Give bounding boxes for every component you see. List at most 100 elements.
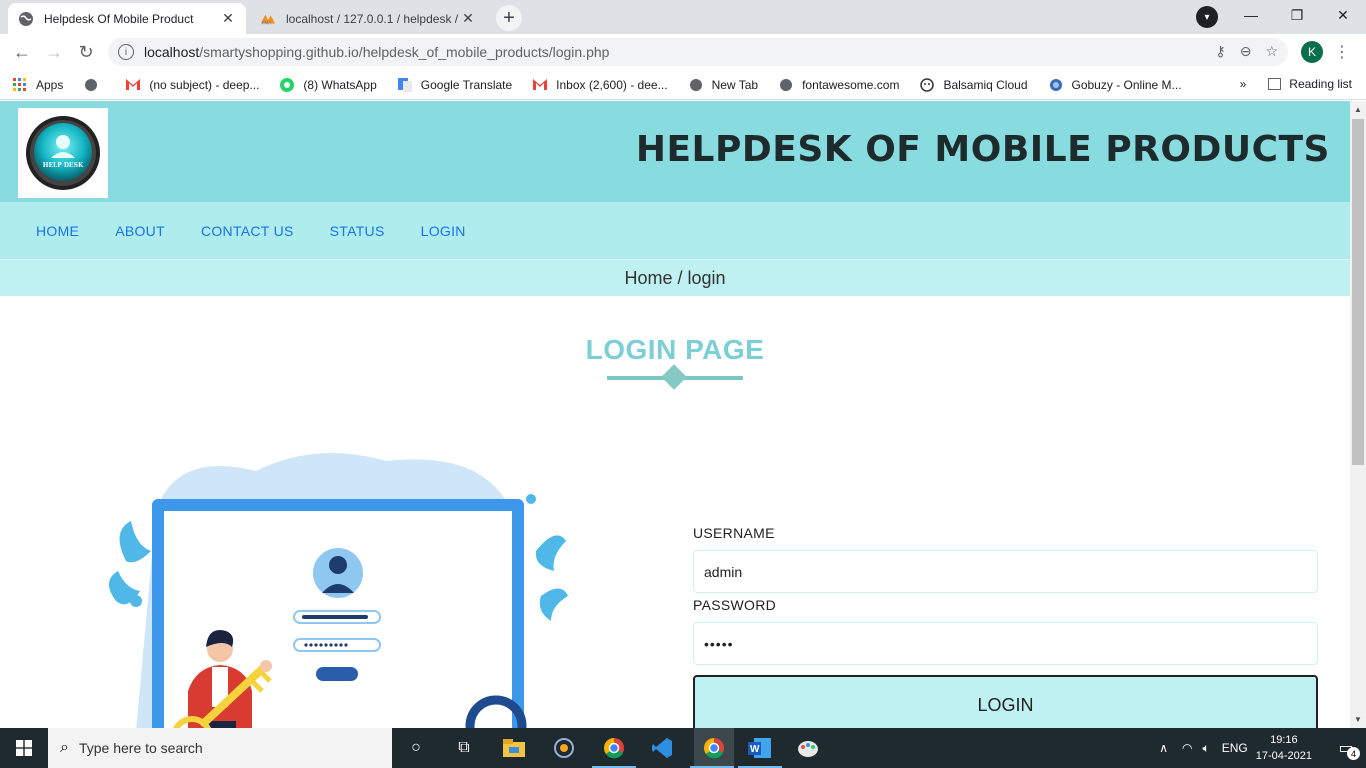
tab-helpdesk[interactable]: Helpdesk Of Mobile Product ✕ [8, 3, 246, 34]
password-label: PASSWORD [693, 597, 777, 613]
chrome-icon[interactable] [598, 732, 630, 764]
notification-center-icon[interactable]: ▭ 4 [1326, 728, 1366, 768]
logo-text: HELP DESK [43, 162, 84, 169]
bookmark-label: fontawesome.com [802, 77, 900, 92]
tab-title: localhost / 127.0.0.1 / helpdesk / [286, 11, 459, 26]
gmail-icon [532, 77, 548, 93]
nav-home[interactable]: HOME [36, 223, 79, 239]
chrome-profile-icon[interactable] [694, 728, 734, 768]
whatsapp-icon [279, 77, 295, 93]
bookmark-label: (no subject) - deep... [149, 77, 260, 92]
windows-start-button[interactable] [0, 728, 48, 768]
site-header: HELP DESK HELPDESK OF MOBILE PRODUCTS [0, 101, 1350, 202]
scroll-down-icon[interactable]: ▼ [1354, 715, 1362, 724]
taskbar-search-placeholder: Type here to search [78, 740, 203, 756]
reading-list-button[interactable]: Reading list [1268, 77, 1352, 91]
reading-list-icon [1268, 78, 1282, 90]
globe-icon [83, 77, 99, 93]
vscode-icon[interactable] [646, 732, 678, 764]
site-info-icon[interactable]: i [118, 44, 134, 60]
bookmarks-bar: Apps (no subject) - deep... (8) WhatsApp… [0, 70, 1366, 100]
windows-logo-icon [16, 740, 32, 756]
globe-icon [688, 77, 704, 93]
media-app-icon[interactable] [548, 732, 580, 764]
task-view-icon[interactable]: ⧉ [448, 732, 480, 764]
taskbar-search[interactable]: ⌕ Type here to search [48, 728, 392, 768]
phpmyadmin-icon: PMA [260, 11, 276, 27]
minimize-icon[interactable]: — [1228, 0, 1274, 30]
login-illustration [108, 453, 568, 728]
bookmark-label: Apps [36, 77, 64, 92]
more-bookmarks-icon[interactable]: » [1240, 77, 1247, 91]
tab-search-icon[interactable]: ▾ [1196, 6, 1218, 28]
heading-divider [607, 364, 743, 390]
bookmark-fontawesome[interactable]: fontawesome.com [778, 77, 899, 93]
restore-icon[interactable]: ❐ [1274, 0, 1320, 30]
bookmark-label: Google Translate [420, 77, 513, 92]
tab-phpmyadmin[interactable]: PMA localhost / 127.0.0.1 / helpdesk / ✕ [250, 3, 486, 34]
url-host: localhost [144, 44, 200, 60]
show-hidden-icons-icon[interactable]: ∧ [1159, 741, 1168, 755]
apps-grid-icon [12, 77, 28, 93]
balsamiq-icon [919, 77, 935, 93]
login-button[interactable]: LOGIN [693, 675, 1318, 728]
bookmark-apps[interactable]: Apps [12, 77, 63, 93]
gmail-icon [125, 77, 141, 93]
site-title: HELPDESK OF MOBILE PRODUCTS [635, 129, 1330, 170]
password-input[interactable]: ••••• [693, 622, 1318, 665]
bookmark-label: Inbox (2,600) - dee... [556, 77, 668, 92]
svg-text:PMA: PMA [262, 20, 272, 26]
scroll-up-icon[interactable]: ▲ [1354, 105, 1362, 114]
file-explorer-icon[interactable] [498, 732, 530, 764]
page-scrollbar[interactable]: ▲ ▼ [1350, 101, 1366, 728]
reload-icon[interactable]: ↻ [74, 40, 98, 64]
helpdesk-logo[interactable]: HELP DESK [18, 108, 108, 198]
close-tab-icon[interactable]: ✕ [220, 10, 236, 27]
bookmark-star-icon[interactable]: ☆ [1265, 43, 1278, 60]
username-input[interactable]: admin [693, 550, 1318, 593]
key-icon[interactable]: ⚷ [1215, 43, 1225, 60]
bookmark-whatsapp[interactable]: (8) WhatsApp [279, 77, 377, 93]
taskbar-clock[interactable]: 19:16 17-04-2021 [1256, 732, 1312, 764]
scrollbar-thumb[interactable] [1352, 119, 1364, 465]
gobuzy-icon [1048, 77, 1064, 93]
word-icon[interactable]: W [744, 732, 776, 764]
wifi-icon[interactable]: ◠ [1182, 741, 1192, 755]
bookmark-label: (8) WhatsApp [303, 77, 377, 92]
bookmark-gobuzy[interactable]: Gobuzy - Online M... [1048, 77, 1182, 93]
bookmark-balsamiq[interactable]: Balsamiq Cloud [919, 77, 1028, 93]
clock-date: 17-04-2021 [1255, 750, 1312, 762]
main-nav: HOME ABOUT CONTACT US STATUS LOGIN [0, 202, 1350, 259]
volume-icon[interactable]: 🔈︎ [1203, 741, 1210, 756]
bookmark-label: Balsamiq Cloud [943, 77, 1028, 92]
nav-contact-us[interactable]: CONTACT US [201, 223, 294, 239]
forward-icon[interactable]: → [42, 40, 66, 64]
menu-kebab-icon[interactable]: ⋮ [1334, 42, 1350, 62]
address-bar[interactable]: i localhost/smartyshopping.github.io/hel… [108, 38, 1288, 66]
username-label: USERNAME [693, 525, 775, 541]
nav-login[interactable]: LOGIN [421, 223, 466, 239]
new-tab-button[interactable]: + [496, 5, 522, 31]
url-path: /smartyshopping.github.io/helpdesk_of_mo… [199, 44, 610, 60]
bookmark-new-tab[interactable]: New Tab [688, 77, 758, 93]
bookmark-label: New Tab [711, 77, 759, 92]
close-tab-icon[interactable]: ✕ [460, 10, 476, 27]
profile-avatar[interactable]: K [1301, 41, 1323, 63]
language-indicator[interactable]: ENG [1222, 741, 1248, 755]
zoom-icon[interactable]: ⊖ [1240, 43, 1252, 60]
system-tray: ∧ ◠ 🔈︎ ENG 19:16 17-04-2021 ▭ 4 [1159, 728, 1366, 768]
page-heading: LOGIN PAGE [585, 334, 765, 365]
back-icon[interactable]: ← [10, 40, 34, 64]
browser-toolbar: ← → ↻ i localhost/smartyshopping.github.… [0, 34, 1366, 70]
bookmark-globe[interactable] [83, 77, 107, 93]
page-viewport: HELP DESK HELPDESK OF MOBILE PRODUCTS HO… [0, 101, 1350, 728]
bookmark-google-translate[interactable]: Google Translate [397, 77, 512, 93]
close-window-icon[interactable]: ✕ [1320, 0, 1366, 30]
cortana-icon[interactable]: ○ [400, 732, 432, 764]
bookmark-gmail-no-subject[interactable]: (no subject) - deep... [125, 77, 259, 93]
nav-about[interactable]: ABOUT [115, 223, 165, 239]
bookmark-gmail-inbox[interactable]: Inbox (2,600) - dee... [532, 77, 668, 93]
paint-icon[interactable] [792, 732, 824, 764]
globe-icon [18, 11, 34, 27]
nav-status[interactable]: STATUS [330, 223, 385, 239]
